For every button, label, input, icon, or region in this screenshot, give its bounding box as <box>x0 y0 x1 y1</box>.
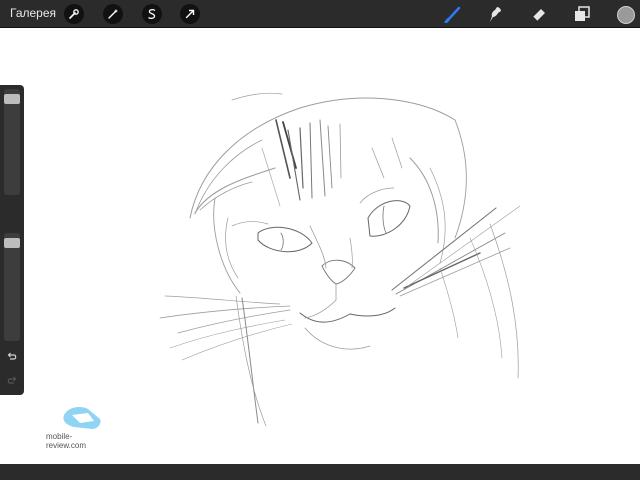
eraser-icon <box>532 9 545 22</box>
selection-s-icon <box>148 9 156 20</box>
brush-tool-button[interactable] <box>442 3 464 25</box>
brush-size-thumb[interactable] <box>4 93 20 104</box>
opacity-thumb[interactable] <box>4 237 20 248</box>
opacity-slider[interactable] <box>4 233 20 341</box>
layers-icon <box>575 6 590 21</box>
brush-size-slider[interactable] <box>4 89 20 195</box>
magic-wand-icon <box>108 9 118 19</box>
watermark-logo-icon <box>63 407 101 429</box>
undo-arrow-icon <box>7 352 17 360</box>
eraser-tool-button[interactable] <box>528 3 550 25</box>
top-toolbar: Галерея <box>0 0 640 28</box>
undo-button[interactable] <box>3 349 21 365</box>
watermark: mobile-review.com <box>46 405 106 450</box>
actions-button[interactable] <box>64 4 84 24</box>
smudge-tool-button[interactable] <box>484 3 506 25</box>
cat-sketch-drawing <box>159 92 521 427</box>
adjustments-button[interactable] <box>103 4 123 24</box>
brush-sidebar <box>0 85 24 395</box>
bottom-bar <box>0 464 640 480</box>
wrench-icon <box>69 9 79 19</box>
drawing-canvas[interactable] <box>0 28 640 464</box>
layers-button[interactable] <box>571 3 593 25</box>
redo-arrow-icon <box>7 376 17 384</box>
brush-icon <box>444 6 461 23</box>
gallery-link[interactable]: Галерея <box>10 6 56 21</box>
selection-button[interactable] <box>142 4 162 24</box>
transform-button[interactable] <box>180 4 200 24</box>
redo-button[interactable] <box>3 373 21 389</box>
color-picker-swatch[interactable] <box>617 6 635 24</box>
smudge-icon <box>490 7 501 22</box>
transform-arrow-icon <box>185 9 195 19</box>
watermark-text: mobile-review.com <box>46 432 87 450</box>
